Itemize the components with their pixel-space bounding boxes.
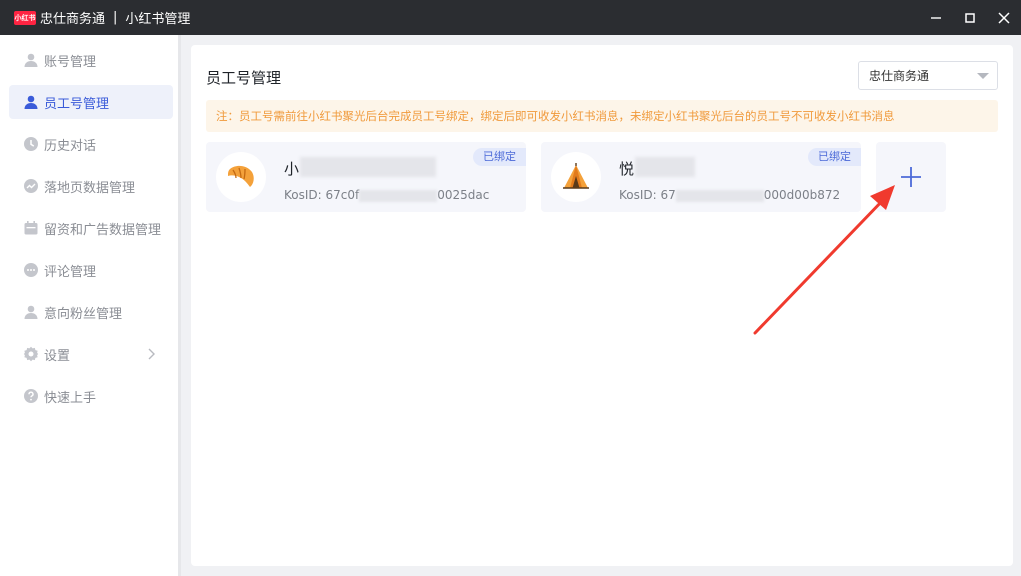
avatar [551,152,601,202]
minimize-icon [931,16,941,19]
chart-icon [23,178,39,194]
title-separator: | [113,10,118,25]
redacted-kos [675,189,764,202]
employee-name: 小 [284,160,300,178]
plus-icon [901,167,921,187]
sidebar-item-label: 评论管理 [44,264,97,280]
status-badge: 已绑定 [808,148,861,166]
company-select[interactable]: 忠仕商务通 [858,61,998,90]
sidebar-item-comments[interactable]: 评论管理 [9,253,173,287]
user-icon [23,94,39,110]
notice-banner: 注：员工号需前往小红书聚光后台完成员工号绑定，绑定后即可收发小红书消息，未绑定小… [206,100,998,132]
kos-id: KosID: 67c0f 0025dac [284,188,489,202]
sidebar-item-employee[interactable]: 员工号管理 [9,85,173,119]
caret-down-icon [977,73,989,79]
title-bar: 小红书 忠仕商务通 | 小红书管理 [0,0,1021,35]
comment-icon [23,262,39,278]
app-logo: 小红书 [14,10,36,25]
maximize-button[interactable] [953,0,987,35]
sidebar-item-leads-ads[interactable]: 留资和广告数据管理 [9,211,173,245]
sidebar-item-history[interactable]: 历史对话 [9,127,173,161]
sidebar-item-label: 员工号管理 [44,96,110,112]
kos-id-prefix: KosID: 67 [619,188,676,202]
kos-id: KosID: 67 000d00b872 [619,188,840,202]
window-subtitle: 小红书管理 [125,12,191,27]
minimize-button[interactable] [919,0,953,35]
sidebar-item-account[interactable]: 账号管理 [9,43,173,77]
employee-card[interactable]: 悦 KosID: 67 000d00b872 已绑定 [541,142,861,212]
app-name: 忠仕商务通 [40,12,106,27]
chevron-right-icon [148,348,155,360]
sidebar-item-quickstart[interactable]: 快速上手 [9,379,173,413]
user-icon [23,304,39,320]
close-button[interactable] [987,0,1021,35]
sidebar-item-label: 账号管理 [44,54,97,70]
employee-card[interactable]: 小 KosID: 67c0f 0025dac 已绑定 [206,142,526,212]
gear-icon [23,346,39,362]
company-select-value: 忠仕商务通 [869,69,930,83]
kos-id-prefix: KosID: 67c0f [284,188,360,202]
redacted-name [635,157,695,177]
help-icon [23,388,39,404]
kos-id-suffix: 0025dac [437,188,490,202]
sidebar-item-label: 历史对话 [44,138,97,154]
sidebar: 账号管理 员工号管理 历史对话 落地页数据管理 留资和广告数据管理 评论管理 意… [0,35,181,576]
sidebar-item-label: 意向粉丝管理 [44,306,123,322]
clock-icon [23,136,39,152]
user-icon [23,52,39,68]
sidebar-item-settings[interactable]: 设置 [9,337,173,371]
add-employee-button[interactable] [876,142,946,212]
croissant-icon [228,165,254,187]
main-panel: 员工号管理 忠仕商务通 注：员工号需前往小红书聚光后台完成员工号绑定，绑定后即可… [191,45,1013,566]
status-badge: 已绑定 [473,148,526,166]
window-controls [919,0,1021,35]
avatar [216,152,266,202]
employee-name: 悦 [619,160,635,178]
maximize-icon [965,12,975,23]
sidebar-item-label: 快速上手 [44,390,97,406]
redacted-name [300,157,436,177]
page-title: 员工号管理 [206,69,282,87]
sidebar-item-fans[interactable]: 意向粉丝管理 [9,295,173,329]
sidebar-item-label: 设置 [44,348,71,364]
close-icon [998,11,1010,24]
tent-icon [563,163,589,189]
sidebar-item-landing-data[interactable]: 落地页数据管理 [9,169,173,203]
sidebar-item-label: 留资和广告数据管理 [44,222,162,238]
kos-id-suffix: 000d00b872 [763,188,841,202]
sidebar-item-label: 落地页数据管理 [44,180,136,196]
calendar-icon [23,220,39,236]
redacted-kos [359,189,438,202]
